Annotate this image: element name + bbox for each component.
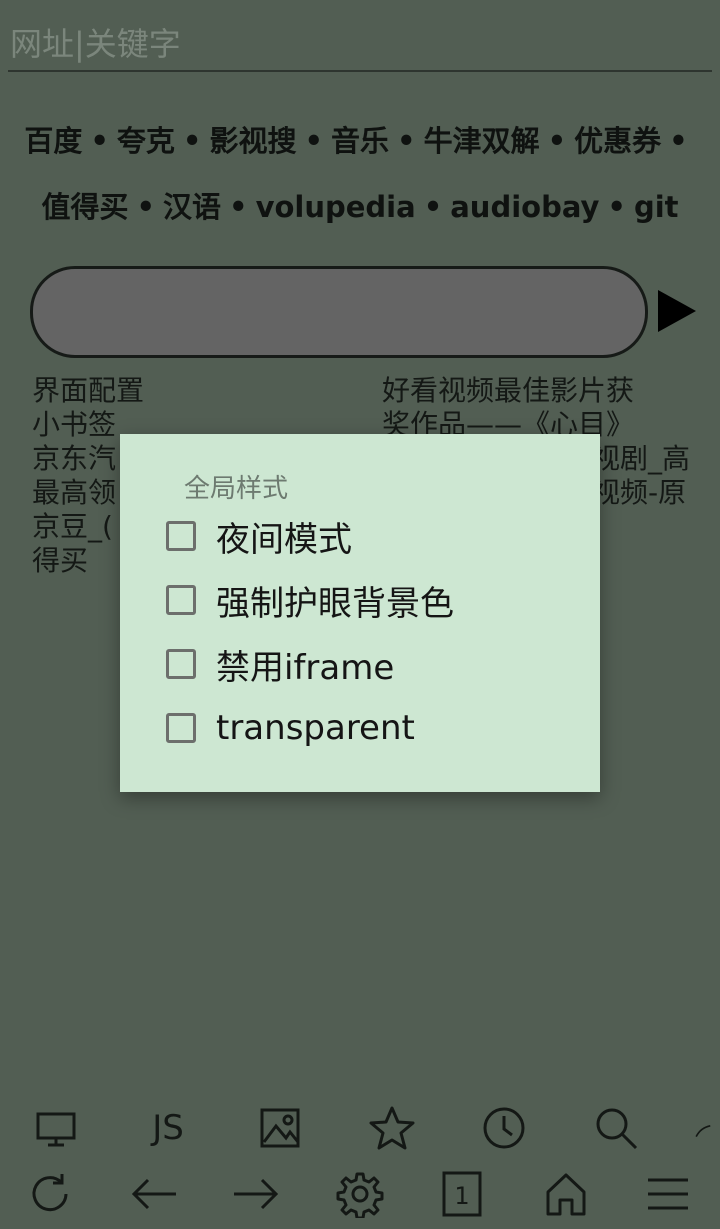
tabs-button[interactable]: 1 bbox=[434, 1166, 490, 1222]
quick-link[interactable]: 百度 bbox=[24, 124, 82, 158]
js-button[interactable]: JS bbox=[140, 1100, 196, 1156]
bookmark-button[interactable] bbox=[364, 1100, 420, 1156]
separator: • bbox=[229, 190, 248, 224]
quick-link[interactable]: volupedia bbox=[256, 190, 416, 224]
search-icon bbox=[596, 1108, 638, 1150]
menu-icon bbox=[648, 1178, 688, 1210]
option-label: transparent bbox=[216, 708, 415, 748]
toolbar-top: JS bbox=[0, 1098, 720, 1158]
refresh-icon bbox=[32, 1174, 68, 1212]
menu-button[interactable] bbox=[640, 1166, 696, 1222]
list-item[interactable]: 界面配置 bbox=[32, 374, 362, 408]
home-button[interactable] bbox=[538, 1166, 594, 1222]
refresh-button[interactable] bbox=[22, 1166, 78, 1222]
separator: • bbox=[182, 124, 202, 158]
dialog-title: 全局样式 bbox=[184, 474, 289, 504]
more-button[interactable] bbox=[694, 1100, 720, 1156]
option-label: 禁用iframe bbox=[216, 647, 395, 688]
checkbox[interactable] bbox=[166, 521, 196, 551]
option-disable-iframe[interactable]: 禁用iframe bbox=[166, 640, 394, 688]
forward-button[interactable] bbox=[228, 1166, 284, 1222]
play-icon bbox=[658, 290, 696, 332]
star-icon bbox=[369, 1106, 415, 1150]
url-bar[interactable]: 网址|关键字 bbox=[8, 14, 712, 72]
home-icon bbox=[546, 1173, 586, 1216]
quick-link[interactable]: 影视搜 bbox=[209, 124, 296, 158]
option-eye-protection[interactable]: 强制护眼背景色 bbox=[166, 576, 454, 624]
quick-link[interactable]: audiobay bbox=[450, 190, 599, 224]
back-button[interactable] bbox=[126, 1166, 182, 1222]
js-icon: JS bbox=[152, 1108, 184, 1148]
separator: • bbox=[547, 124, 567, 158]
search-row bbox=[30, 266, 700, 358]
quick-link[interactable]: git bbox=[634, 190, 679, 224]
quick-links-row-1: 百度 • 夸克 • 影视搜 • 音乐 • 牛津双解 • 优惠券 • bbox=[0, 108, 720, 174]
url-placeholder: 网址|关键字 bbox=[10, 25, 181, 63]
quick-link[interactable]: 夸克 bbox=[117, 124, 175, 158]
separator: • bbox=[607, 190, 626, 224]
option-night-mode[interactable]: 夜间模式 bbox=[166, 512, 352, 560]
go-button[interactable] bbox=[656, 288, 698, 334]
quick-link[interactable]: 优惠券 bbox=[574, 124, 661, 158]
quick-links: 百度 • 夸克 • 影视搜 • 音乐 • 牛津双解 • 优惠券 • 值得买 • 汉语 • volupedia •… bbox=[0, 108, 720, 240]
toolbar-bottom: 1 bbox=[0, 1164, 720, 1224]
desktop-mode-button[interactable] bbox=[28, 1100, 84, 1156]
tab-count: 1 bbox=[454, 1182, 469, 1210]
gear-icon bbox=[336, 1172, 384, 1218]
quick-link[interactable]: 值得买 bbox=[41, 190, 128, 224]
option-label: 强制护眼背景色 bbox=[216, 583, 454, 624]
checkbox[interactable] bbox=[166, 585, 196, 615]
quick-links-row-2: 值得买 • 汉语 • volupedia • audiobay • git bbox=[0, 174, 720, 240]
image-button[interactable] bbox=[252, 1100, 308, 1156]
find-button[interactable] bbox=[588, 1100, 644, 1156]
list-item[interactable]: 好看视频最佳影片获 bbox=[382, 374, 702, 408]
quick-link[interactable]: 牛津双解 bbox=[424, 124, 540, 158]
checkbox[interactable] bbox=[166, 713, 196, 743]
more-icon bbox=[695, 1125, 711, 1138]
separator: • bbox=[397, 124, 416, 158]
separator: • bbox=[90, 124, 109, 158]
global-style-dialog: 全局样式 夜间模式 强制护眼背景色 禁用iframe transparent bbox=[120, 434, 600, 792]
option-transparent[interactable]: transparent bbox=[166, 704, 415, 752]
checkbox[interactable] bbox=[166, 649, 196, 679]
desktop-icon bbox=[36, 1112, 76, 1147]
forward-arrow-icon bbox=[234, 1178, 279, 1210]
tabs-icon: 1 bbox=[442, 1171, 482, 1217]
separator: • bbox=[423, 190, 443, 224]
history-button[interactable] bbox=[476, 1100, 532, 1156]
option-label: 夜间模式 bbox=[216, 519, 352, 560]
separator: • bbox=[669, 124, 688, 158]
clock-icon bbox=[483, 1107, 525, 1149]
quick-link[interactable]: 汉语 bbox=[163, 190, 221, 224]
image-icon bbox=[260, 1108, 300, 1148]
separator: • bbox=[136, 190, 156, 224]
settings-button[interactable] bbox=[332, 1166, 388, 1222]
search-input[interactable] bbox=[30, 266, 648, 358]
back-arrow-icon bbox=[131, 1178, 176, 1210]
separator: • bbox=[304, 124, 323, 158]
quick-link[interactable]: 音乐 bbox=[331, 124, 389, 158]
